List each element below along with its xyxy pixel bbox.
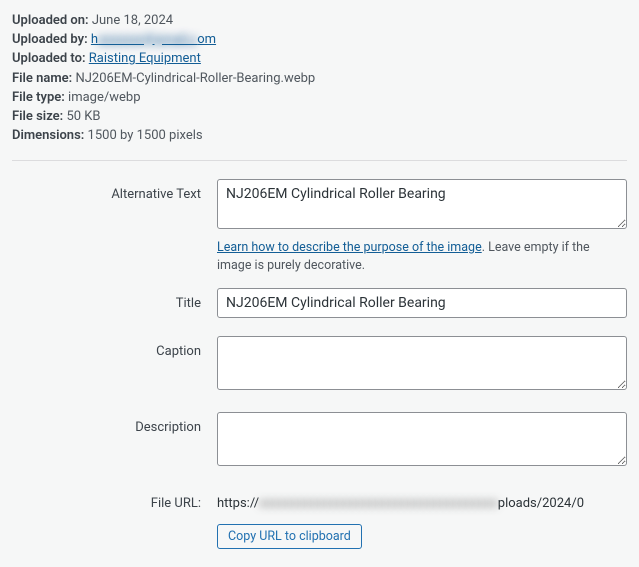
file-name-value: NJ206EM-Cylindrical-Roller-Bearing.webp bbox=[75, 71, 315, 86]
alt-text-label: Alternative Text bbox=[12, 179, 217, 202]
alt-text-help: Learn how to describe the purpose of the… bbox=[217, 239, 627, 274]
uploaded-on-label: Uploaded on: bbox=[12, 13, 89, 28]
caption-input[interactable] bbox=[217, 336, 627, 390]
uploaded-on-value: June 18, 2024 bbox=[92, 13, 173, 28]
attachment-meta: Uploaded on: June 18, 2024 Uploaded by: … bbox=[12, 12, 627, 161]
file-url-label: File URL: bbox=[12, 488, 217, 511]
alt-text-help-link[interactable]: Learn how to describe the purpose of the… bbox=[217, 240, 482, 255]
description-label: Description bbox=[12, 412, 217, 435]
file-name-label: File name: bbox=[12, 71, 72, 86]
uploaded-by-link[interactable]: hxxxxxxx@gmail.com bbox=[91, 32, 216, 47]
file-type-value: image/webp bbox=[68, 90, 140, 105]
caption-label: Caption bbox=[12, 336, 217, 359]
file-url-input[interactable]: https://xxxxxxxxxxxxxxxxxxxxxxxxxxxxxxxx… bbox=[217, 488, 627, 518]
uploaded-to-link[interactable]: Raisting Equipment bbox=[89, 51, 201, 66]
alt-text-input[interactable]: NJ206EM Cylindrical Roller Bearing bbox=[217, 179, 627, 229]
title-input[interactable] bbox=[217, 288, 627, 318]
file-size-label: File size: bbox=[12, 109, 63, 124]
uploaded-by-label: Uploaded by: bbox=[12, 32, 88, 47]
title-label: Title bbox=[12, 288, 217, 311]
dimensions-value: 1500 by 1500 pixels bbox=[88, 128, 203, 143]
dimensions-label: Dimensions: bbox=[12, 128, 84, 143]
file-size-value: 50 KB bbox=[66, 109, 100, 124]
uploaded-to-label: Uploaded to: bbox=[12, 51, 86, 66]
copy-url-button[interactable]: Copy URL to clipboard bbox=[217, 524, 362, 549]
description-input[interactable] bbox=[217, 412, 627, 466]
file-type-label: File type: bbox=[12, 90, 65, 105]
